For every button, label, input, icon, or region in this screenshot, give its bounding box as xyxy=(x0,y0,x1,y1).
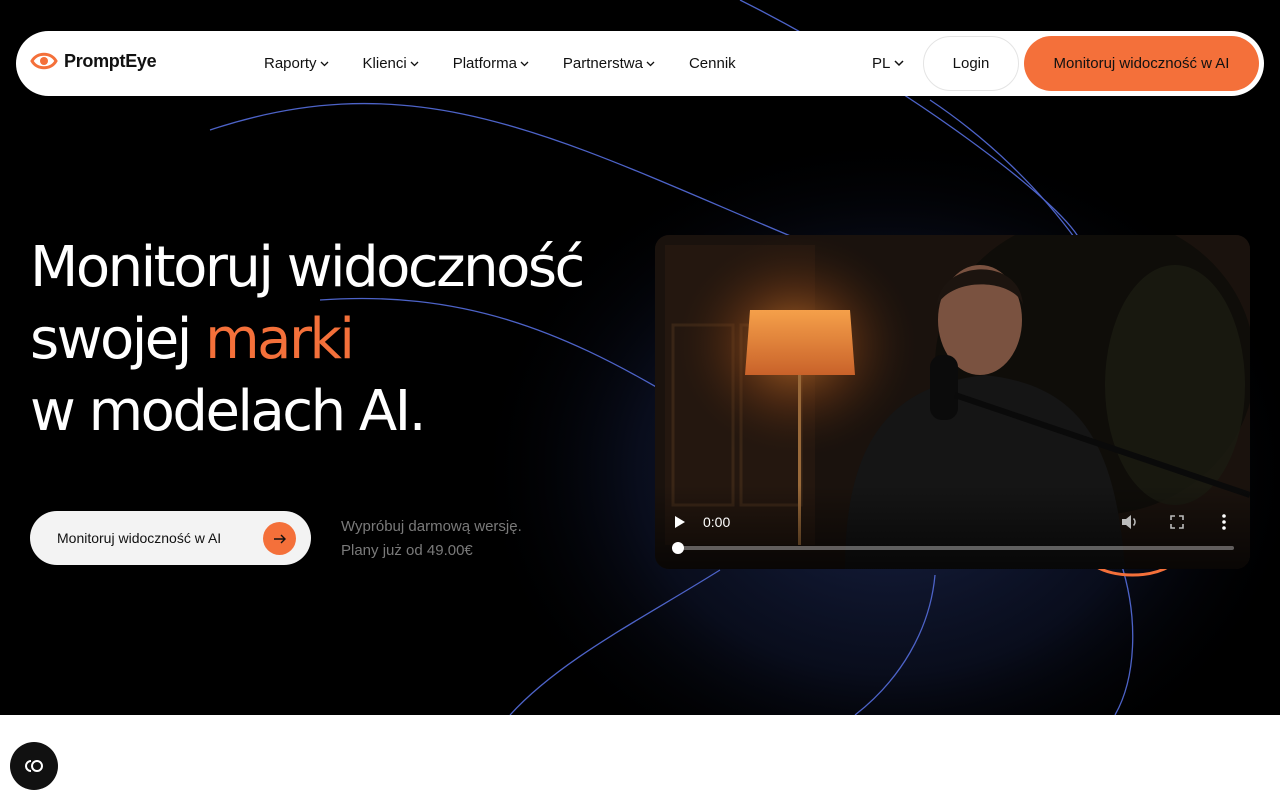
free-trial-note: Wypróbuj darmową wersję. Plany już od 49… xyxy=(341,515,522,563)
free-trial-line: Wypróbuj darmową wersję. xyxy=(341,518,522,535)
hero-section: PromptEye Raporty Klienci Platforma Part… xyxy=(0,0,1280,715)
navbar: PromptEye Raporty Klienci Platforma Part… xyxy=(16,31,1264,96)
language-label: PL xyxy=(872,55,891,72)
nav-item-label: Raporty xyxy=(264,55,317,72)
fullscreen-icon[interactable] xyxy=(1170,515,1184,529)
nav-item-label: Cennik xyxy=(688,55,736,72)
video-time: 0:00 xyxy=(703,514,731,530)
volume-icon[interactable] xyxy=(1121,514,1139,530)
headline-line-3: w modelach AI. xyxy=(30,379,427,444)
chevron-down-icon xyxy=(320,61,328,66)
nav-item-raporty[interactable]: Raporty xyxy=(264,55,329,72)
monitor-visibility-nav-button[interactable]: Monitoruj widoczność w AI xyxy=(1024,36,1259,91)
nav-item-cennik[interactable]: Cennik xyxy=(689,55,736,72)
play-icon[interactable] xyxy=(672,514,688,530)
nav-item-label: Partnerstwa xyxy=(562,55,643,72)
nav-item-label: Platforma xyxy=(452,55,517,72)
headline-line-2-prefix: swojej xyxy=(30,307,206,372)
hero-cta-label: Monitoruj widoczność w AI xyxy=(57,530,222,546)
brand-logo[interactable]: PromptEye xyxy=(30,47,157,75)
eye-logo-icon xyxy=(30,52,58,70)
headline-accent: marki xyxy=(205,307,355,372)
chevron-down-icon xyxy=(646,61,655,66)
chevron-down-icon xyxy=(520,61,529,66)
arrow-right-icon xyxy=(263,522,296,555)
language-selector[interactable]: PL xyxy=(872,31,904,96)
nav-item-klienci[interactable]: Klienci xyxy=(363,55,419,72)
headline-line-1: Monitoruj widoczność xyxy=(30,235,585,300)
video-frame xyxy=(655,235,1250,569)
video-progress-track[interactable] xyxy=(675,546,1234,550)
hero-cta-button[interactable]: Monitoruj widoczność w AI xyxy=(30,511,311,565)
cookie-consent-button[interactable] xyxy=(10,742,58,790)
video-progress-handle[interactable] xyxy=(672,542,684,554)
chevron-down-icon xyxy=(410,61,419,66)
login-button[interactable]: Login xyxy=(923,36,1019,91)
brand-name: PromptEye xyxy=(64,50,157,71)
video-player[interactable]: 0:00 xyxy=(655,235,1250,569)
nav-item-label: Klienci xyxy=(362,55,407,72)
more-options-icon[interactable] xyxy=(1221,513,1227,531)
nav-links: Raporty Klienci Platforma Partnerstwa Ce… xyxy=(264,31,770,96)
nav-item-partnerstwa[interactable]: Partnerstwa xyxy=(563,55,655,72)
pricing-line: Plany już od 49.00€ xyxy=(341,542,473,559)
nav-item-platforma[interactable]: Platforma xyxy=(453,55,529,72)
chevron-down-icon xyxy=(894,60,904,67)
hero-headline: Monitoruj widoczność swojej marki w mode… xyxy=(30,232,650,448)
cookie-consent-icon xyxy=(25,760,43,772)
